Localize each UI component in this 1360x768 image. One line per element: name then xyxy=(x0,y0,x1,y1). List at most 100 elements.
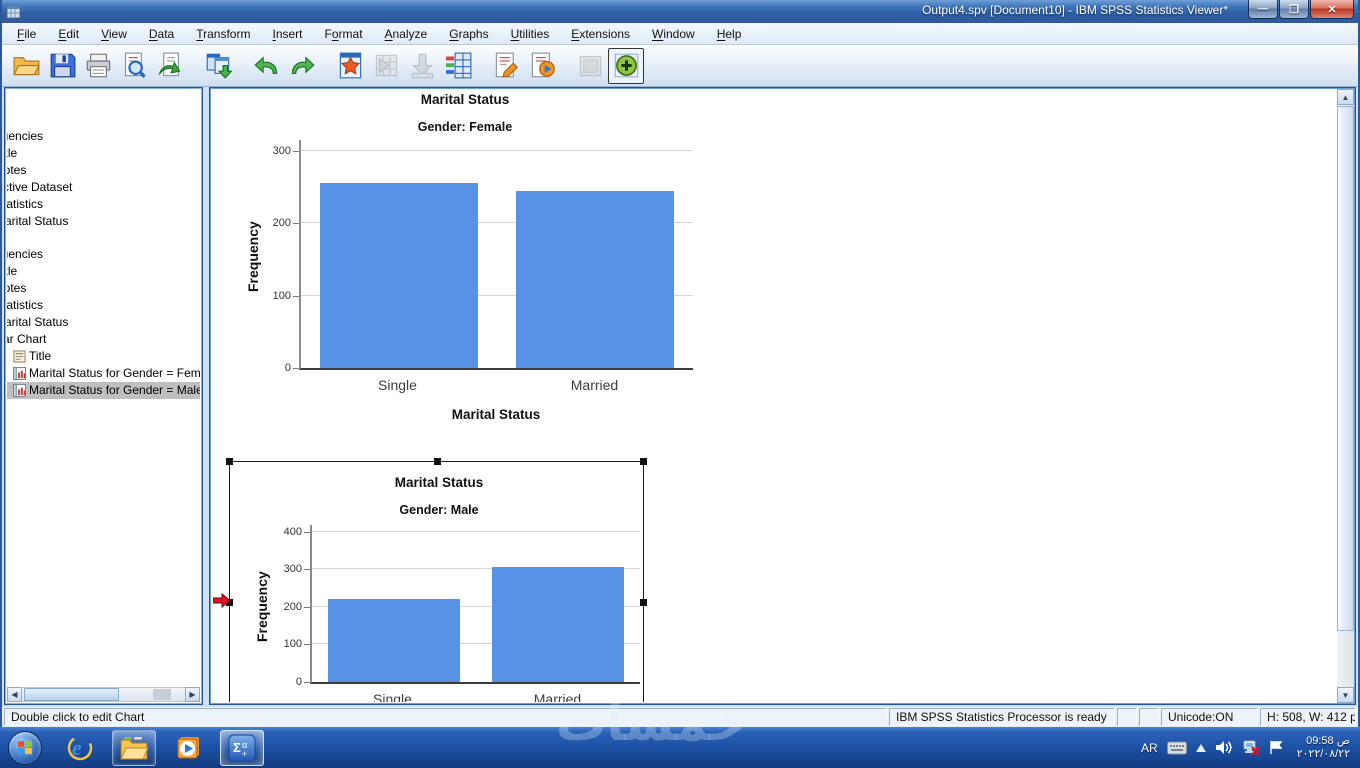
tree-item-title[interactable]: Title xyxy=(7,145,200,162)
tree-item-marital-status-for-gender-male[interactable]: Marital Status for Gender = Male xyxy=(7,382,200,399)
y-tick-label: 300 xyxy=(272,144,291,157)
y-tick-label: 300 xyxy=(283,563,302,576)
edit-output-icon[interactable] xyxy=(488,48,524,84)
bar-married xyxy=(515,190,675,368)
selection-dimensions: H: 508, W: 412 pt. xyxy=(1260,708,1356,726)
tree-item-statistics[interactable]: Statistics xyxy=(7,297,200,314)
redo-icon[interactable] xyxy=(284,48,320,84)
menu-transform[interactable]: Transform xyxy=(185,25,261,43)
y-tick-mark xyxy=(304,569,310,571)
scroll-track[interactable] xyxy=(22,687,185,702)
keyboard-icon[interactable] xyxy=(1166,741,1187,755)
undo-icon[interactable] xyxy=(248,48,284,84)
resize-handle-e[interactable] xyxy=(640,599,647,606)
spss-viewer-window: Output4.spv [Document10] - IBM SPSS Stat… xyxy=(0,0,1360,727)
save-icon[interactable] xyxy=(44,48,80,84)
x-tick-label: Married xyxy=(533,691,582,702)
window-title: Output4.spv [Document10] - IBM SPSS Stat… xyxy=(922,3,1228,17)
volume-icon[interactable] xyxy=(1215,740,1233,755)
tree-item-frequencies[interactable]: Frequencies xyxy=(7,246,200,263)
taskbar-media-player[interactable] xyxy=(166,730,210,766)
run-script-icon[interactable] xyxy=(524,48,560,84)
show-hidden-icons[interactable] xyxy=(1195,743,1206,752)
network-icon[interactable] xyxy=(1242,740,1260,756)
outline-tree: Frequencies Title Notes Active Dataset Stati… xyxy=(7,90,200,687)
menu-view[interactable]: View xyxy=(90,25,138,43)
menu-format[interactable]: Format xyxy=(314,25,374,43)
system-tray: AR ص 09:58 ٢٠٢٢/٠٨/٢٢ xyxy=(1141,735,1360,761)
tree-item-frequencies[interactable]: Frequencies xyxy=(7,128,200,145)
print-preview-icon[interactable] xyxy=(116,48,152,84)
scroll-down-icon[interactable]: ▼ xyxy=(1337,687,1354,703)
scroll-up-icon[interactable]: ▲ xyxy=(1337,89,1354,105)
y-tick-label: 200 xyxy=(283,600,302,613)
export-icon[interactable] xyxy=(152,48,188,84)
menu-data[interactable]: Data xyxy=(138,25,185,43)
output-content[interactable]: Marital Status Gender: Female Frequency … xyxy=(212,90,1336,702)
tree-item-bar-chart[interactable]: Bar Chart xyxy=(7,331,200,348)
recall-dialogs-icon[interactable] xyxy=(200,48,236,84)
print-icon[interactable] xyxy=(80,48,116,84)
menu-graphs[interactable]: Graphs xyxy=(438,25,499,43)
action-center-flag-icon[interactable] xyxy=(1269,740,1284,755)
goto-case-icon[interactable] xyxy=(332,48,368,84)
y-tick-label: 400 xyxy=(283,525,302,538)
taskbar-spss[interactable]: Σα + xyxy=(220,729,264,766)
tree-item-statistics[interactable]: Statistics xyxy=(7,196,200,213)
open-icon[interactable] xyxy=(8,48,44,84)
scroll-left-icon[interactable]: ◀ xyxy=(7,687,22,702)
activate-selection-icon[interactable] xyxy=(608,47,644,84)
menu-window[interactable]: Window xyxy=(641,25,706,43)
start-button[interactable] xyxy=(0,727,50,768)
menu-extensions[interactable]: Extensions xyxy=(560,25,641,43)
close-button[interactable]: ✕ xyxy=(1310,0,1354,19)
x-tick-label: Married xyxy=(570,377,619,393)
tree-item-notes[interactable]: Notes xyxy=(7,162,200,179)
taskbar-internet-explorer[interactable]: e xyxy=(58,730,102,766)
menu-help[interactable]: Help xyxy=(706,25,753,43)
current-item-arrow-icon xyxy=(213,593,231,608)
menu-analyze[interactable]: Analyze xyxy=(374,25,439,43)
tree-item-marital-status[interactable]: Marital Status xyxy=(7,213,200,230)
language-indicator[interactable]: AR xyxy=(1141,741,1158,755)
y-tick-mark xyxy=(304,682,310,683)
variables-icon[interactable] xyxy=(440,48,476,84)
resize-handle-ne[interactable] xyxy=(640,458,647,465)
menu-utilities[interactable]: Utilities xyxy=(500,25,561,43)
minimize-button[interactable]: — xyxy=(1248,0,1278,19)
tree-item-label: Notes xyxy=(7,281,27,295)
scroll-thumb[interactable] xyxy=(1337,106,1354,631)
tree-item-title[interactable]: Title xyxy=(7,348,200,365)
title-bar: Output4.spv [Document10] - IBM SPSS Stat… xyxy=(2,0,1358,23)
scroll-thumb[interactable] xyxy=(24,688,119,701)
tree-item-label: Title xyxy=(7,146,18,160)
scroll-right-icon[interactable]: ▶ xyxy=(185,687,200,702)
insert-variable-icon xyxy=(404,48,440,84)
restore-button[interactable]: ❐ xyxy=(1279,0,1309,19)
x-tick-label: Single xyxy=(373,691,412,702)
resize-handle-n[interactable] xyxy=(434,458,441,465)
chart-selection-frame[interactable]: Marital Status Gender: Male Frequency 01… xyxy=(226,458,647,702)
taskbar-clock[interactable]: ص 09:58 ٢٠٢٢/٠٨/٢٢ xyxy=(1297,735,1350,761)
menu-file[interactable]: File xyxy=(6,25,47,43)
tree-item-marital-status[interactable]: Marital Status xyxy=(7,314,200,331)
bar-single xyxy=(327,599,461,682)
chart-female[interactable]: Marital Status Gender: Female Frequency … xyxy=(212,90,732,435)
gridline xyxy=(301,149,693,151)
menu-edit[interactable]: Edit xyxy=(47,25,90,43)
y-tick-label: 100 xyxy=(283,638,302,651)
vertical-scrollbar[interactable]: ▲ ▼ xyxy=(1337,89,1354,703)
taskbar-file-explorer[interactable] xyxy=(112,729,156,766)
main-area: Frequencies Title Notes Active Dataset Stati… xyxy=(2,87,1358,707)
menu-insert[interactable]: Insert xyxy=(261,25,313,43)
tree-item-notes[interactable]: Notes xyxy=(7,280,200,297)
sidebar-horizontal-scrollbar[interactable]: ◀ ▶ xyxy=(7,687,200,702)
tree-item-title[interactable]: Title xyxy=(7,263,200,280)
tree-item-marital-status-for-gender-female[interactable]: Marital Status for Gender = Female xyxy=(7,365,200,382)
svg-text:e: e xyxy=(72,735,82,760)
chart-male[interactable]: Marital Status Gender: Male Frequency 01… xyxy=(230,462,645,702)
tree-item-active-dataset[interactable]: Active Dataset xyxy=(7,179,200,196)
taskbar: e Σα + AR ص 09:58 ٢٠٢٢/٠٨/٢٢ xyxy=(0,727,1360,768)
bar-married xyxy=(491,567,625,682)
resize-handle-nw[interactable] xyxy=(226,458,233,465)
